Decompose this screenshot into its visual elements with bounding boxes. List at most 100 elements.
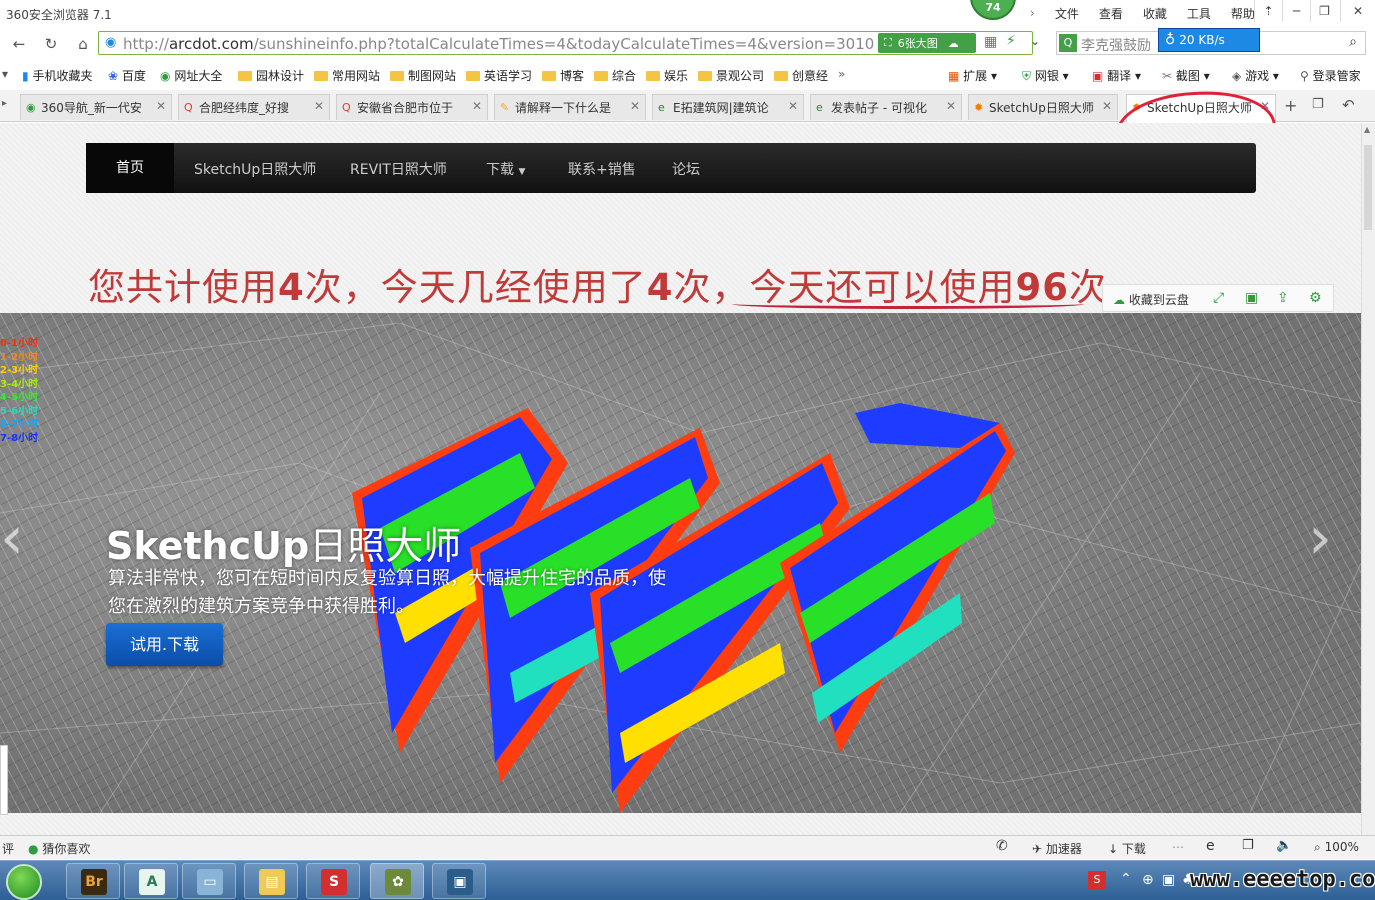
- share-icon[interactable]: ⇪: [1277, 290, 1289, 306]
- search-engine-icon[interactable]: Q: [1059, 34, 1077, 52]
- menu-view[interactable]: 查看: [1099, 5, 1123, 22]
- tray-security-icon[interactable]: ⊕: [1142, 872, 1154, 888]
- undo-close-icon[interactable]: ↶: [1342, 96, 1355, 114]
- tray-s-icon[interactable]: S: [1088, 871, 1106, 889]
- bookmark-baidu[interactable]: ❀ 百度: [108, 67, 146, 84]
- bookmark-folder-english[interactable]: 英语学习: [466, 67, 532, 84]
- menu-bar: › 文件 查看 收藏 工具 帮助: [1030, 4, 1255, 22]
- ie-mode-icon[interactable]: e: [1206, 838, 1215, 854]
- tab-post-thread[interactable]: e 发表帖子 - 可视化 ✕: [810, 94, 962, 120]
- tab-explain[interactable]: ✎ 请解释一下什么是 ✕: [494, 94, 646, 120]
- tab-sketchup-sun-1[interactable]: ✹ SketchUp日照大师 ✕: [968, 94, 1118, 120]
- extensions-button[interactable]: ▦ 扩展 ▾: [948, 67, 997, 84]
- guess-you-like-button[interactable]: ● 猜你喜欢: [28, 840, 90, 857]
- bookmark-folder-common[interactable]: 常用网站: [314, 67, 380, 84]
- tab-list-icon[interactable]: ▸: [2, 98, 7, 109]
- tray-network-icon[interactable]: ▣: [1162, 872, 1175, 888]
- taskbar-autocad[interactable]: A: [124, 863, 178, 899]
- taskbar-window[interactable]: ▣: [432, 863, 486, 899]
- start-button[interactable]: [6, 864, 42, 900]
- volume-icon[interactable]: 🔈: [1276, 838, 1292, 853]
- login-manager-button[interactable]: ⚲ 登录管家: [1300, 67, 1361, 84]
- back-icon[interactable]: ←: [8, 33, 30, 55]
- trial-download-button[interactable]: 试用.下载: [106, 623, 223, 666]
- nav-forum[interactable]: 论坛: [672, 159, 700, 179]
- taskbar-bridge[interactable]: Br: [66, 863, 120, 899]
- tab-close-icon[interactable]: ✕: [314, 99, 324, 113]
- folder-icon: [594, 71, 608, 81]
- tab-close-icon[interactable]: ✕: [472, 99, 482, 113]
- bookmark-folder-drawing[interactable]: 制图网站: [390, 67, 456, 84]
- search-input[interactable]: 李克强鼓励: [1081, 35, 1151, 55]
- bookmark-site-nav[interactable]: ◉ 网址大全: [160, 67, 222, 84]
- search-icon[interactable]: ⌕: [1349, 34, 1357, 50]
- tab-close-icon[interactable]: ✕: [630, 99, 640, 113]
- minimize-button[interactable]: ─: [1282, 0, 1310, 22]
- address-dropdown-icon[interactable]: ⌄: [1030, 34, 1040, 48]
- bookmark-folder-misc[interactable]: 综合: [594, 67, 636, 84]
- tab-anhui-hefei[interactable]: Q 安徽省合肥市位于 ✕: [336, 94, 488, 120]
- settings-gear-icon[interactable]: ⚙: [1309, 290, 1322, 306]
- taskbar-explorer[interactable]: ▤: [244, 863, 298, 899]
- menu-arrow-icon[interactable]: ›: [1030, 6, 1035, 20]
- zoom-level[interactable]: ⌕ 100%: [1314, 840, 1359, 855]
- menu-file[interactable]: 文件: [1055, 5, 1079, 22]
- bookmark-folder-creative[interactable]: 创意经: [774, 67, 828, 84]
- menu-tools[interactable]: 工具: [1187, 5, 1211, 22]
- bookmark-folder-blog[interactable]: 博客: [542, 67, 584, 84]
- tray-expand-icon[interactable]: ⌃: [1120, 871, 1132, 887]
- tab-close-icon[interactable]: ✕: [946, 99, 956, 113]
- taskbar-photo[interactable]: ▭: [182, 863, 236, 899]
- feedback-icon[interactable]: ✆: [996, 838, 1008, 854]
- big-picture-button[interactable]: ⛶ 6张大图 ☁: [878, 33, 976, 53]
- tab-etuo-forum[interactable]: e E拓建筑网|建筑论 ✕: [652, 94, 804, 120]
- tab-close-icon[interactable]: ✕: [788, 99, 798, 113]
- downloads-button[interactable]: ↓ 下载: [1108, 840, 1146, 857]
- scrollbar-thumb[interactable]: [1364, 145, 1372, 230]
- close-window-button[interactable]: ✕: [1340, 0, 1375, 22]
- nav-home[interactable]: 首页: [86, 143, 174, 193]
- screenshot-button[interactable]: ✂ 截图 ▾: [1162, 67, 1210, 84]
- nav-sketchup[interactable]: SketchUp日照大师: [194, 159, 316, 179]
- refresh-icon[interactable]: ↻: [40, 33, 62, 55]
- window-icon[interactable]: ❐: [1242, 838, 1254, 853]
- side-widget-tab[interactable]: [0, 745, 8, 815]
- nav-download[interactable]: 下载 ▼: [486, 159, 525, 179]
- taskbar-image-viewer[interactable]: ✿: [370, 863, 424, 899]
- fullscreen-icon[interactable]: ⤢: [1213, 290, 1224, 306]
- new-tab-icon[interactable]: +: [1284, 96, 1297, 115]
- tab-hefei-coords[interactable]: Q 合肥经纬度_好搜 ✕: [178, 94, 330, 120]
- restore-tabs-icon[interactable]: ❐: [1312, 97, 1324, 112]
- bookmark-folder-landscape[interactable]: 景观公司: [698, 67, 764, 84]
- accelerator-button[interactable]: ✈ 加速器: [1032, 840, 1082, 857]
- tab-close-icon[interactable]: ✕: [156, 99, 166, 113]
- nav-contact-sales[interactable]: 联系+销售: [568, 159, 636, 179]
- more-bookmarks-icon[interactable]: »: [838, 67, 845, 81]
- save-to-cloud-button[interactable]: ☁ 收藏到云盘: [1113, 291, 1189, 308]
- bookmark-folder-garden[interactable]: 园林设计: [238, 67, 304, 84]
- speed-mode-icon[interactable]: ⚡: [1006, 33, 1016, 49]
- tab-360-nav[interactable]: ◉ 360导航_新一代安 ✕: [20, 94, 172, 120]
- bookmark-folder-entertainment[interactable]: 娱乐: [646, 67, 688, 84]
- bookmarks-toggle-icon[interactable]: ▾: [2, 67, 8, 81]
- qr-icon[interactable]: ▦: [984, 34, 997, 50]
- save-icon[interactable]: ▣: [1245, 290, 1258, 306]
- translate-button[interactable]: ▣ 翻译 ▾: [1092, 67, 1141, 84]
- scroll-up-icon[interactable]: ▲: [1364, 125, 1370, 134]
- games-button[interactable]: ◈ 游戏 ▾: [1232, 67, 1279, 84]
- menu-help[interactable]: 帮助: [1231, 5, 1255, 22]
- netbank-button[interactable]: ⛨ 网银 ▾: [1022, 67, 1069, 84]
- carousel-prev-icon[interactable]: ‹: [0, 503, 24, 573]
- menu-favorites[interactable]: 收藏: [1143, 5, 1167, 22]
- home-icon[interactable]: ⌂: [72, 33, 94, 55]
- nav-revit[interactable]: REVIT日照大师: [350, 159, 447, 179]
- hero-description: 算法非常快，您可在短时间内反复验算日照，大幅提升住宅的品质，使您在激烈的建筑方案…: [108, 568, 666, 617]
- tab-close-icon[interactable]: ✕: [1102, 99, 1112, 113]
- maximize-button[interactable]: ❐: [1310, 0, 1338, 22]
- phone-icon: ▮: [22, 69, 29, 83]
- pin-icon[interactable]: ⇡: [1254, 0, 1282, 22]
- carousel-next-icon[interactable]: ›: [1308, 503, 1332, 573]
- url-text[interactable]: http://arcdot.com/sunshineinfo.php?total…: [123, 35, 874, 53]
- bookmark-mobile[interactable]: ▮ 手机收藏夹: [22, 67, 92, 84]
- taskbar-sketchup[interactable]: S: [306, 863, 360, 899]
